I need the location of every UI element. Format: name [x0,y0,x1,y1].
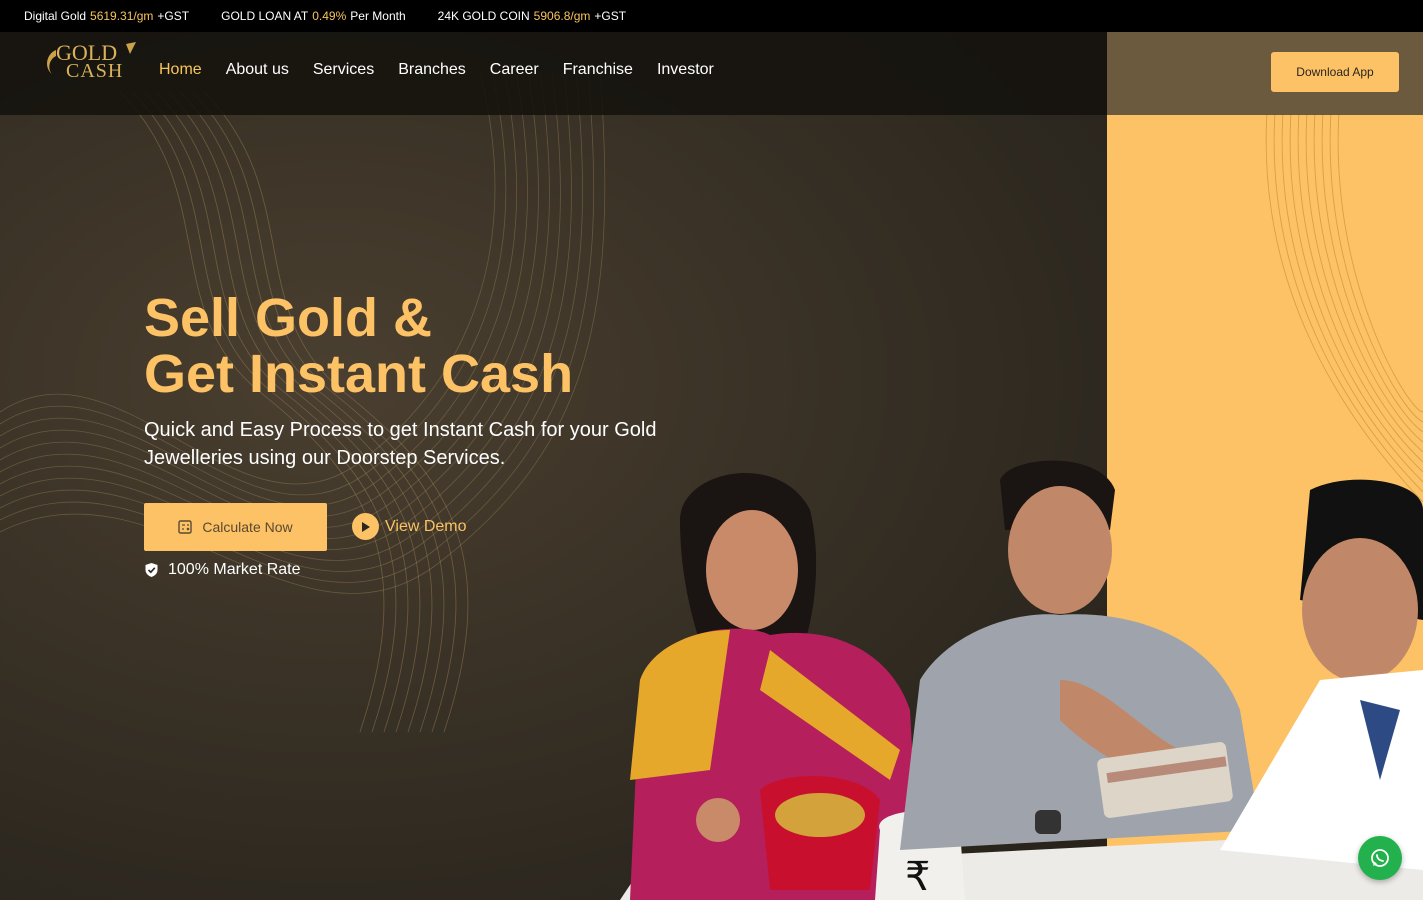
ticker-value: 0.49% [312,9,347,23]
gold-cash-logo[interactable]: GOLD CASH [42,40,138,94]
ticker-gold-loan: GOLD LOAN AT 0.49% Per Month [221,9,406,23]
logo-text-cash: CASH [66,60,124,82]
calculator-icon [178,520,193,534]
hero-title: Sell Gold & Get Instant Cash [144,290,573,402]
nav-franchise[interactable]: Franchise [563,61,633,79]
nav-branches[interactable]: Branches [398,61,466,79]
price-ticker: Digital Gold 5619.31/gm +GST GOLD LOAN A… [0,0,1423,32]
calculate-now-button[interactable]: Calculate Now [144,503,327,551]
ticker-suffix: Per Month [350,9,406,23]
hero-people-image: ₹ [620,460,1423,900]
ticker-label: Digital Gold [24,9,87,23]
hero-title-line1: Sell Gold & [144,288,433,348]
shield-check-icon [145,563,158,577]
download-app-button[interactable]: Download App [1271,52,1399,92]
nav-investor[interactable]: Investor [657,61,714,79]
whatsapp-icon [1371,849,1389,867]
view-demo-label: View Demo [385,517,467,535]
market-rate-badge: 100% Market Rate [144,561,301,579]
ticker-gold-coin: 24K GOLD COIN 5906.8/gm +GST [438,9,626,23]
view-demo-link[interactable]: View Demo [352,513,467,540]
main-nav: Home About us Services Branches Career F… [159,61,738,79]
ticker-value: 5619.31/gm [90,9,154,23]
ticker-value: 5906.8/gm [533,9,591,23]
ticker-suffix: +GST [157,9,190,23]
hero-title-line2: Get Instant Cash [144,344,574,404]
nav-services[interactable]: Services [313,61,374,79]
ticker-label: GOLD LOAN AT [221,9,309,23]
play-icon [352,513,379,540]
ticker-suffix: +GST [594,9,627,23]
nav-career[interactable]: Career [490,61,539,79]
whatsapp-button[interactable] [1358,836,1402,880]
rupee-symbol: ₹ [905,854,930,900]
nav-home[interactable]: Home [159,61,202,79]
nav-about-us[interactable]: About us [226,61,289,79]
calculate-now-label: Calculate Now [202,519,293,535]
ticker-label: 24K GOLD COIN [437,9,530,23]
market-rate-label: 100% Market Rate [168,561,301,578]
ticker-digital-gold: Digital Gold 5619.31/gm +GST [24,9,189,23]
